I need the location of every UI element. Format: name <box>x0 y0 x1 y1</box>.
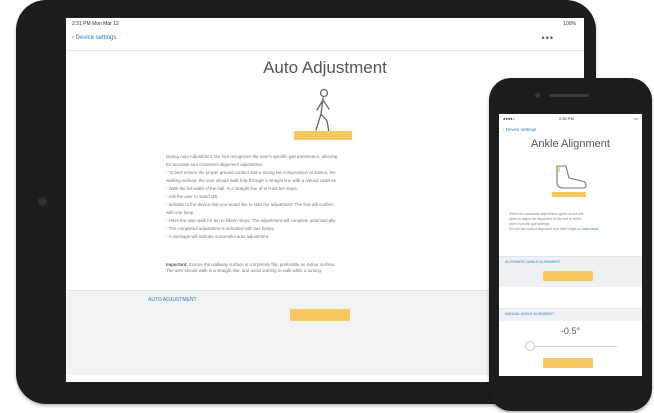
tablet-status-bar: 2:31 PM Mon Mar 12 100% <box>66 18 584 30</box>
phone-screen: ●●●●○ 2:50 PM ▭ ‹ Device settings Ankle … <box>499 114 642 376</box>
tablet-camera <box>38 197 47 206</box>
instruction-line: for accurate and consistent alignment ad… <box>166 162 263 167</box>
alignment-slider-track[interactable] <box>525 346 617 347</box>
instruction-line: - Indicate to the device that you would … <box>166 202 334 207</box>
phone-device: ●●●●○ 2:50 PM ▭ ‹ Device settings Ankle … <box>489 78 652 411</box>
auto-adjustment-section-label: AUTO ADJUSTMENT <box>148 297 197 303</box>
auto-alignment-section-label: AUTOMATIC ANKLE ALIGNMENT <box>505 260 561 264</box>
instruction-line: - Ask the user to stand still. <box>166 194 219 199</box>
tablet-page-title: Auto Adjustment <box>263 58 387 77</box>
phone-status-bar: ●●●●○ 2:50 PM ▭ <box>499 114 642 124</box>
phone-camera <box>535 93 540 98</box>
learn-more-link[interactable]: Learn more <box>581 227 598 231</box>
battery-icon: ▭ <box>634 116 638 121</box>
instruction-line: Ensure the correct alignment and heel he… <box>509 227 599 231</box>
instruction-line: walking surface, the user should walk fu… <box>166 178 338 183</box>
instruction-line: - Walk the full width of the hall, in a … <box>166 186 298 191</box>
instruction-line: - To best ensure the proper ground conta… <box>166 170 336 175</box>
tablet-nav-bar: ‹ Device settings ••• <box>66 30 584 51</box>
important-label: Important: <box>166 262 188 267</box>
instruction-line: with one beep. <box>166 210 195 215</box>
tablet-status-time: 2:31 PM Mon Mar 12 <box>72 21 119 27</box>
instruction-line: - A message will indicate successful aut… <box>166 234 270 239</box>
phone-page-title: Ankle Alignment <box>531 138 610 150</box>
ellipsis-icon[interactable]: ••• <box>542 33 554 43</box>
start-auto-alignment-button[interactable] <box>543 271 593 281</box>
phone-instructions: Select the automatic adjustment option o… <box>509 212 631 232</box>
start-auto-adjustment-button[interactable] <box>290 309 350 321</box>
foot-indicator-bar <box>552 192 586 197</box>
tablet-back-button[interactable]: ‹ Device settings <box>72 35 116 41</box>
important-line: The user should walk in a straight line,… <box>166 268 323 273</box>
tablet-instructions: During Auto Adjustment, the foot recogni… <box>166 154 478 242</box>
tablet-important-note: Important: Ensure the walkway surface is… <box>166 262 478 274</box>
phone-back-label: Device settings <box>505 127 537 132</box>
alignment-value: -0.5° <box>560 326 581 336</box>
foot-icon <box>556 165 587 189</box>
phone-status-time: 2:50 PM <box>559 116 574 121</box>
instruction-line: - The completed adjustment is indicated … <box>166 226 276 231</box>
tablet-status-battery: 100% <box>563 21 576 27</box>
instruction-line: During Auto Adjustment, the foot recogni… <box>166 154 338 159</box>
phone-back-button[interactable]: ‹ Device settings <box>503 127 536 132</box>
tablet-back-label: Device settings <box>75 35 117 41</box>
phone-speaker <box>549 94 589 97</box>
walking-indicator-bar <box>294 131 352 140</box>
phone-status-carrier: ●●●●○ <box>503 116 516 121</box>
apply-alignment-button[interactable] <box>543 358 593 368</box>
alignment-slider-thumb[interactable] <box>524 341 535 351</box>
instruction-line: - Have the user walk for ten to fifteen … <box>166 218 337 223</box>
manual-alignment-section-label: MANUAL ANKLE ALIGNMENT <box>505 312 555 316</box>
